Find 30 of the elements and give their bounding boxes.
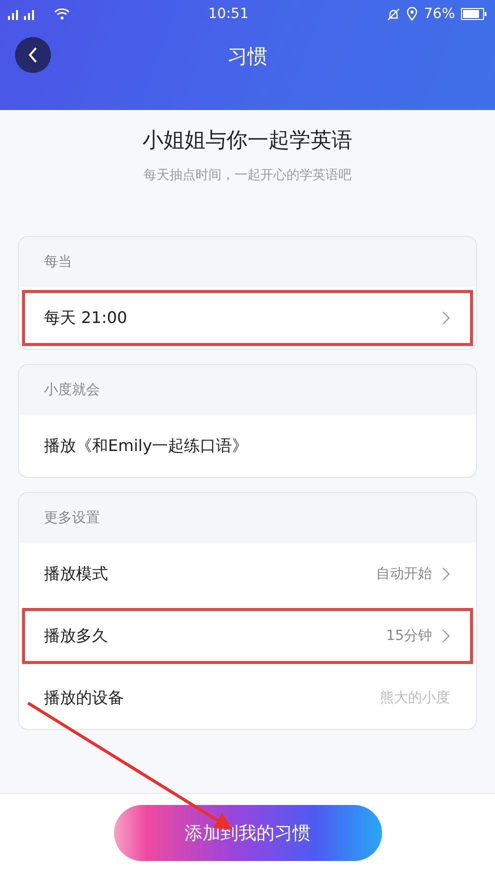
settings-row[interactable]: 播放模式 自动开始: [19, 543, 476, 605]
row-value: 自动开始: [376, 565, 432, 583]
row-label: 播放的设备: [44, 688, 125, 708]
section-heading: 每当: [44, 253, 72, 271]
battery-icon: [461, 8, 487, 20]
alarm-off-icon: [386, 8, 400, 20]
row-label: 播放模式: [44, 564, 109, 584]
row-value: 15分钟: [386, 627, 432, 645]
back-button[interactable]: [15, 37, 51, 73]
chevron-icon: [442, 567, 450, 581]
settings-row[interactable]: 播放《和Emily一起练口语》: [19, 415, 476, 477]
intro-title: 小姐姐与你一起学英语: [142, 127, 354, 154]
settings-row[interactable]: 每天 21:00: [19, 287, 476, 349]
wifi-icon: [54, 8, 70, 20]
row-value: 熊大的小度: [380, 689, 450, 707]
status-time: 10:51: [207, 6, 250, 22]
row-label: 播放《和Emily一起练口语》: [44, 436, 250, 456]
settings-row[interactable]: 播放多久 15分钟: [19, 605, 476, 667]
chevron-icon: [442, 629, 450, 643]
page-title: 习惯: [228, 42, 268, 70]
settings-row[interactable]: 播放的设备 熊大的小度: [19, 667, 476, 729]
chevron-icon: [442, 311, 450, 325]
section-heading: 小度就会: [44, 381, 100, 399]
location-icon: [406, 7, 418, 21]
row-label: 每天 21:00: [44, 308, 128, 328]
intro-subtitle: 每天抽点时间，一起开心的学英语吧: [142, 167, 352, 184]
battery-percent: 76%: [424, 6, 455, 22]
back-icon: [28, 47, 38, 63]
row-label: 播放多久: [44, 626, 109, 646]
section-heading: 更多设置: [44, 509, 100, 527]
